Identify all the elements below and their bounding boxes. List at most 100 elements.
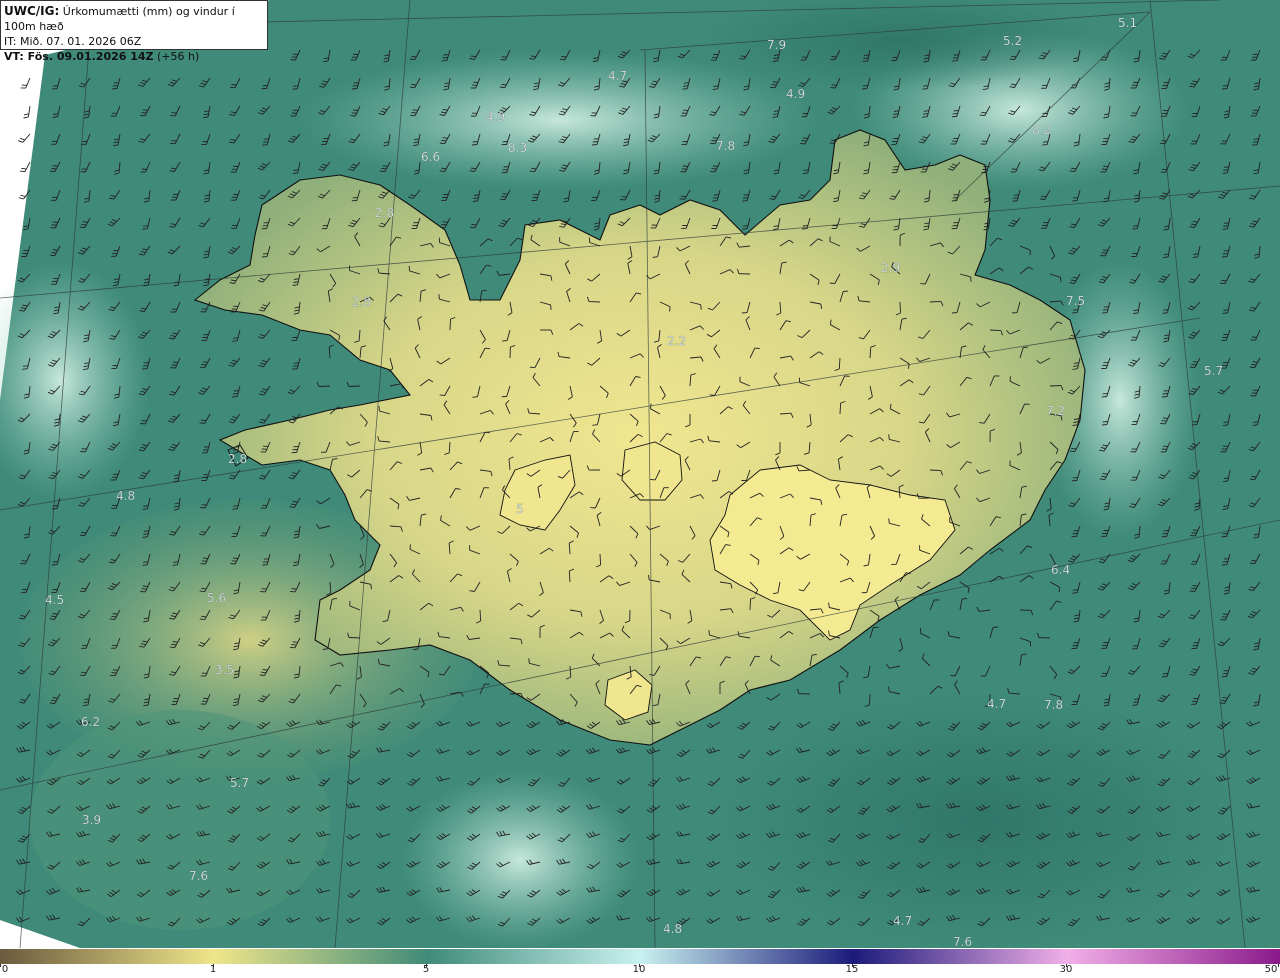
value-label: 4.9	[486, 110, 505, 124]
value-label: 3.5	[215, 663, 234, 677]
wind-barb-feather	[469, 226, 475, 229]
wind-barb-feather	[233, 446, 239, 448]
wind-barb-feather	[1013, 194, 1019, 196]
wind-barb-feather	[1013, 197, 1019, 199]
wind-barb-feather	[263, 138, 269, 140]
wind-barb-feather	[772, 81, 778, 83]
wind-barb-feather	[171, 140, 177, 142]
wind-barb-feather	[142, 564, 148, 566]
wind-barb-feather	[770, 86, 776, 89]
wind-barb-feather	[711, 168, 717, 170]
wind-barb	[989, 329, 1002, 332]
value-label: 2.9	[881, 261, 900, 275]
wind-barb-feather	[171, 112, 177, 114]
wind-barb-feather	[23, 113, 29, 116]
colorbar-segment	[213, 949, 428, 964]
wind-barb	[509, 693, 522, 695]
wind-barb-feather	[888, 518, 890, 524]
wind-barb-feather	[142, 109, 148, 111]
colorbar-segment	[852, 949, 1068, 964]
wind-barb-feather	[830, 58, 836, 61]
wind-barb-feather	[1219, 282, 1225, 285]
wind-barb-feather	[550, 304, 552, 310]
wind-barb-feather	[19, 137, 25, 141]
wind-barb-feather	[201, 363, 207, 366]
wind-barb-feather	[292, 368, 298, 370]
wind-barb-feather	[829, 282, 835, 285]
wind-barb	[929, 300, 942, 303]
value-label: 7.9	[767, 38, 786, 52]
wind-barb-feather	[143, 225, 149, 227]
value-label: 4.5	[45, 593, 64, 607]
value-label: 5.1	[1118, 16, 1137, 30]
wind-barb-feather	[291, 644, 297, 646]
wind-barb-feather	[262, 253, 268, 255]
wind-barb-feather	[142, 368, 148, 370]
wind-barb-feather	[1252, 141, 1259, 143]
wind-barb-feather	[292, 88, 298, 90]
wind-barb-feather	[233, 449, 239, 451]
dry-field-sw-tail	[30, 710, 330, 930]
wind-barb-feather	[922, 88, 928, 90]
value-label: 4.7	[987, 697, 1006, 711]
wind-barb-feather	[952, 57, 959, 59]
value-label: 2.2	[667, 334, 686, 348]
wind-barb-feather	[1132, 225, 1139, 227]
wind-barb-feather	[438, 294, 440, 300]
wind-barb-feather	[499, 198, 505, 201]
wind-barb-feather	[712, 200, 718, 202]
wind-barb-feather	[170, 142, 176, 145]
wind-barb-feather	[79, 590, 85, 593]
forecast-info-box: UWC/IG: Úrkomumætti (mm) og vindur í 100…	[0, 0, 268, 63]
wind-barb-feather	[18, 197, 24, 200]
wind-barb	[868, 693, 871, 706]
wind-barb-feather	[650, 478, 656, 481]
wind-barb-feather	[754, 655, 760, 658]
value-label: 6.6	[421, 150, 440, 164]
wind-barb-feather	[439, 226, 445, 229]
wind-barb-feather	[683, 82, 689, 84]
wind-barb	[348, 637, 361, 639]
wind-barb-feather	[262, 144, 268, 146]
wind-barb-feather	[771, 84, 777, 86]
colorbar-tick-label: 0	[1, 964, 9, 975]
wind-barb-feather	[289, 646, 296, 649]
colorbar-strip	[0, 949, 1280, 964]
wind-barb-feather	[232, 396, 238, 398]
wind-barb-feather	[1163, 309, 1169, 311]
wind-barb-feather	[970, 276, 972, 282]
wind-barb	[22, 133, 31, 143]
value-label: 6.4	[1051, 563, 1070, 577]
wind-barb-feather	[923, 85, 929, 87]
wind-barb	[25, 77, 31, 89]
wind-barb-feather	[709, 142, 716, 145]
wind-barb-feather	[1162, 312, 1168, 314]
wind-barb	[749, 598, 751, 611]
wind-barb-feather	[233, 505, 239, 507]
value-label: 5.6	[207, 591, 226, 605]
wind-barb-feather	[1252, 144, 1258, 146]
wind-barb-feather	[141, 112, 147, 114]
wind-barb-feather	[22, 368, 28, 370]
wind-barb-feather	[263, 558, 269, 560]
wind-barb-feather	[49, 254, 55, 257]
wind-barb-feather	[203, 446, 209, 448]
wind-barb-feather	[743, 194, 749, 196]
wind-barb	[1049, 385, 1062, 387]
wind-barb	[24, 161, 31, 172]
valid-time: VT: Fös. 09.01.2026 14Z	[4, 50, 154, 63]
wind-barb-feather	[1162, 417, 1168, 419]
shower-band-north	[300, 50, 820, 190]
wind-barb-feather	[20, 194, 26, 197]
wind-barb-feather	[1253, 138, 1259, 140]
wind-barb-feather	[231, 84, 237, 86]
wind-barb-feather	[291, 588, 297, 590]
wind-barb-feather	[1132, 228, 1138, 230]
wind-barb-feather	[233, 337, 239, 339]
wind-barb-feather	[1072, 309, 1079, 311]
wind-barb-feather	[831, 56, 837, 58]
wind-barb-feather	[1102, 312, 1108, 314]
wind-barb-feather	[502, 340, 508, 342]
colorbar-tick-label: 50	[1264, 964, 1278, 975]
wind-barb-feather	[263, 141, 269, 143]
